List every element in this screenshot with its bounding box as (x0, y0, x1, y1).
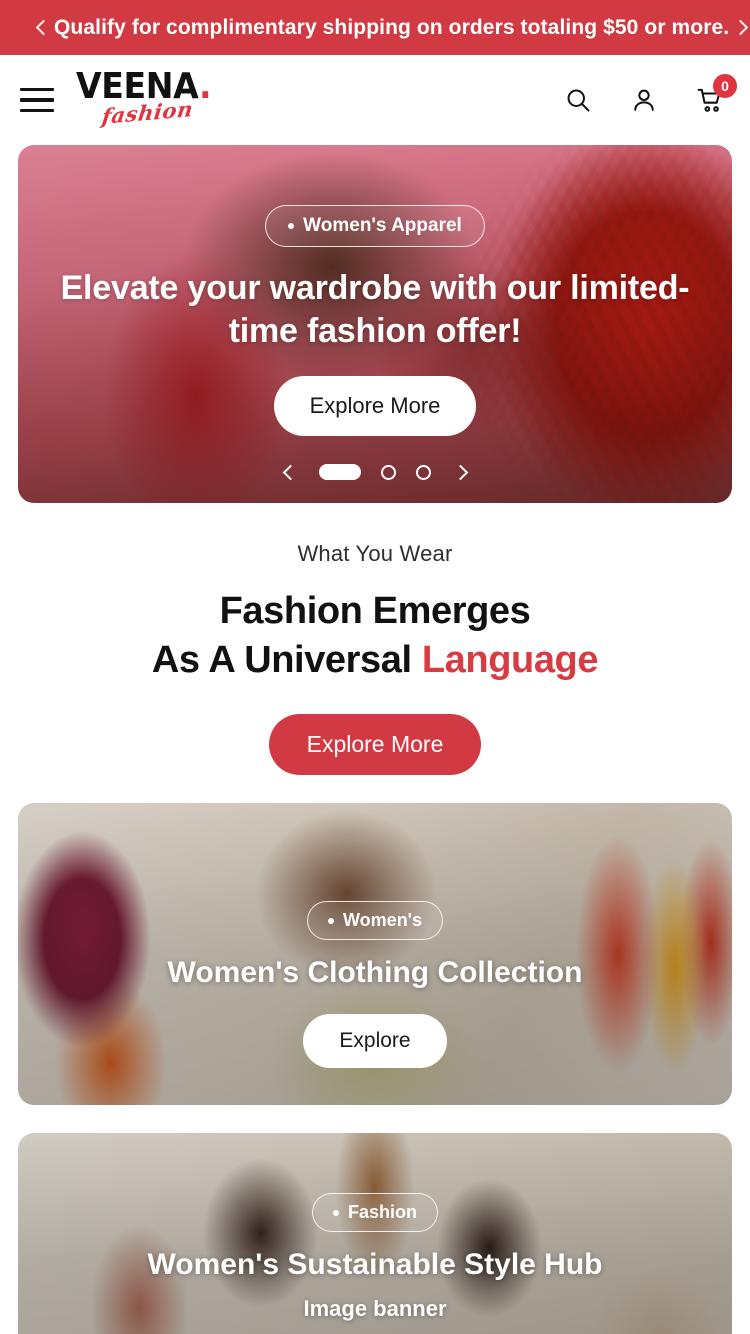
collection-badge-label-1: Women's (343, 910, 422, 931)
collection-card-womens-clothing[interactable]: Women's Women's Clothing Collection Expl… (18, 803, 732, 1106)
hero-content: Women's Apparel Elevate your wardrobe wi… (18, 145, 732, 503)
carousel-dot-2[interactable] (381, 464, 396, 480)
header-actions: 0 (560, 74, 737, 118)
user-account-icon[interactable] (626, 82, 662, 118)
promo-title-line-1: Fashion Emerges (219, 590, 531, 632)
collection-explore-button-1[interactable]: Explore (303, 1014, 447, 1069)
collection-content-2: Fashion Women's Sustainable Style Hub Im… (18, 1133, 732, 1334)
hero-title: Elevate your wardrobe with our limited-t… (60, 269, 690, 350)
hero-badge-label: Women's Apparel (303, 215, 462, 236)
hero-banner: Women's Apparel Elevate your wardrobe wi… (18, 145, 732, 503)
chevron-right-icon (452, 464, 468, 480)
carousel-next-button[interactable] (449, 459, 475, 485)
collection-content-1: Women's Women's Clothing Collection Expl… (18, 803, 732, 1105)
collection-title-2: Women's Sustainable Style Hub (147, 1248, 603, 1282)
collection-title-1: Women's Clothing Collection (167, 956, 583, 990)
hero-category-badge: Women's Apparel (265, 205, 485, 247)
chevron-left-icon (282, 464, 298, 480)
hero-explore-more-button[interactable]: Explore More (273, 375, 477, 436)
hero-carousel-controls (18, 459, 732, 485)
bullet-dot-icon (328, 917, 335, 924)
promo-title-accent: Language (421, 638, 599, 681)
collection-badge-label-2: Fashion (347, 1202, 417, 1223)
cart-count-badge: 0 (713, 74, 737, 98)
announcement-next-button[interactable] (729, 15, 750, 41)
site-header: VEENA. fashion 0 (0, 55, 750, 145)
promo-explore-more-button[interactable]: Explore More (268, 714, 482, 776)
carousel-dots (319, 464, 431, 480)
hamburger-menu-icon[interactable] (20, 80, 60, 120)
bullet-dot-icon (288, 223, 295, 229)
chevron-left-icon (35, 19, 51, 36)
search-icon[interactable] (560, 82, 596, 118)
announcement-bar: Qualify for complimentary shipping on or… (0, 0, 750, 55)
promo-eyebrow: What You Wear (297, 541, 453, 566)
collection-subtitle-2: Image banner (303, 1296, 447, 1322)
announcement-prev-button[interactable] (28, 15, 54, 41)
site-logo[interactable]: VEENA. fashion (76, 69, 212, 131)
announcement-text: Qualify for complimentary shipping on or… (54, 15, 730, 39)
promo-title: Fashion Emerges As A Universal Language (0, 587, 750, 684)
carousel-dot-3[interactable] (416, 464, 431, 480)
promo-title-line-2: As A Universal Language (151, 638, 599, 681)
shopping-cart-icon[interactable]: 0 (692, 74, 737, 118)
collection-card-sustainable-style[interactable]: Fashion Women's Sustainable Style Hub Im… (18, 1133, 732, 1334)
bullet-dot-icon (332, 1209, 339, 1216)
promo-section: What You Wear Fashion Emerges As A Unive… (0, 503, 750, 776)
carousel-prev-button[interactable] (275, 459, 301, 485)
collection-badge-1: Women's (307, 901, 443, 941)
carousel-dot-1[interactable] (319, 464, 361, 480)
chevron-right-icon (732, 19, 748, 36)
collection-badge-2: Fashion (311, 1193, 438, 1233)
